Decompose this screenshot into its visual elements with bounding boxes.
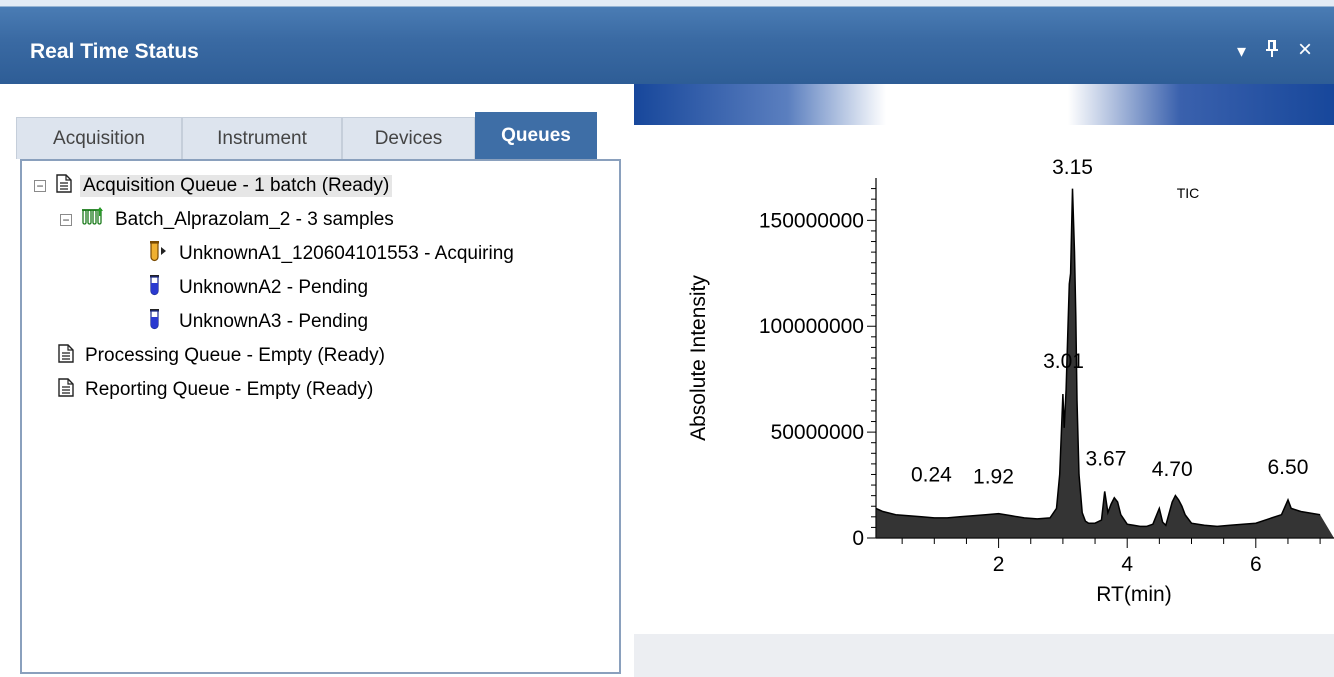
tic-chart: 0 50000000 100000000 150000000 2 4 6 RT(min) Abs…	[687, 156, 1334, 606]
y-tick-label: 100000000	[759, 315, 864, 338]
tree-item-label: UnknownA2 - Pending	[179, 277, 369, 298]
peak-label: 4.70	[1152, 458, 1193, 481]
vial-acquiring-icon	[148, 240, 168, 268]
queue-tree: − Acquisition Queue - 1 batch (Ready) − …	[20, 159, 621, 674]
tab-label: Devices	[374, 127, 443, 149]
x-axis-title: RT(min)	[1096, 583, 1171, 606]
chart-title: TIC	[1177, 185, 1200, 201]
bottom-strip	[634, 634, 1334, 677]
document-icon	[56, 173, 72, 199]
window-title: Real Time Status	[30, 40, 199, 63]
window-title-bar: Real Time Status ▾ ×	[0, 0, 1334, 84]
chromatogram-panel: 0 50000000 100000000 150000000 2 4 6 RT(min) Abs…	[634, 84, 1334, 677]
tree-item-label: Batch_Alprazolam_2 - 3 samples	[115, 209, 394, 230]
x-tick-label: 2	[993, 553, 1005, 576]
y-tick-label: 150000000	[759, 209, 864, 232]
tab-acquisition[interactable]: Acquisition	[16, 117, 182, 159]
y-tick-label: 0	[852, 527, 864, 550]
x-tick-label: 6	[1250, 553, 1262, 576]
tab-instrument[interactable]: Instrument	[182, 117, 342, 159]
close-icon[interactable]: ×	[1298, 36, 1312, 64]
y-tick-label: 50000000	[771, 421, 864, 444]
tree-item-label: Acquisition Queue - 1 batch (Ready)	[80, 175, 393, 197]
tree-item-reporting-queue[interactable]: Reporting Queue - Empty (Ready)	[58, 375, 376, 405]
tree-item-sample[interactable]: UnknownA2 - Pending	[148, 273, 371, 303]
header-gradient-bar	[634, 84, 1334, 125]
dropdown-icon[interactable]: ▾	[1237, 41, 1246, 62]
x-tick-label: 4	[1121, 553, 1133, 576]
tree-item-label: UnknownA3 - Pending	[179, 311, 369, 332]
tree-item-label: Processing Queue - Empty (Ready)	[85, 345, 385, 366]
tree-item-sample[interactable]: UnknownA3 - Pending	[148, 307, 371, 337]
document-icon	[58, 377, 74, 403]
peak-label: 0.24	[911, 464, 952, 487]
tree-item-label: Reporting Queue - Empty (Ready)	[85, 379, 374, 400]
tree-item-processing-queue[interactable]: Processing Queue - Empty (Ready)	[58, 341, 388, 371]
tab-queues[interactable]: Queues	[475, 112, 597, 159]
tree-item-sample[interactable]: UnknownA1_120604101553 - Acquiring	[148, 239, 517, 269]
peak-label: 1.92	[973, 466, 1014, 489]
document-icon	[58, 343, 74, 369]
chart-area: 0 50000000 100000000 150000000 2 4 6 RT(min) Abs…	[634, 125, 1334, 634]
y-axis-title: Absolute Intensity	[687, 275, 710, 441]
tab-devices[interactable]: Devices	[342, 117, 475, 159]
collapse-icon[interactable]: −	[60, 214, 72, 226]
tab-label: Instrument	[217, 127, 307, 149]
tab-label: Acquisition	[53, 127, 145, 149]
collapse-icon[interactable]: −	[34, 180, 46, 192]
vial-pending-icon	[148, 274, 168, 302]
queues-panel: Acquisition Instrument Devices Queues − …	[0, 84, 634, 677]
tree-item-batch[interactable]: − Batch_Alprazolam_2 - 3 samples	[60, 205, 397, 235]
tab-label: Queues	[501, 125, 571, 146]
peak-label: 3.67	[1086, 447, 1127, 470]
peak-label: 3.01	[1043, 350, 1084, 373]
vial-pending-icon	[148, 308, 168, 336]
batch-rack-icon	[82, 207, 104, 233]
peak-label: 3.15	[1052, 156, 1093, 179]
tree-item-label: UnknownA1_120604101553 - Acquiring	[179, 243, 514, 264]
pin-icon[interactable]	[1265, 38, 1279, 63]
peak-label: 6.50	[1268, 456, 1309, 479]
tree-item-acquisition-queue[interactable]: − Acquisition Queue - 1 batch (Ready)	[34, 171, 393, 201]
